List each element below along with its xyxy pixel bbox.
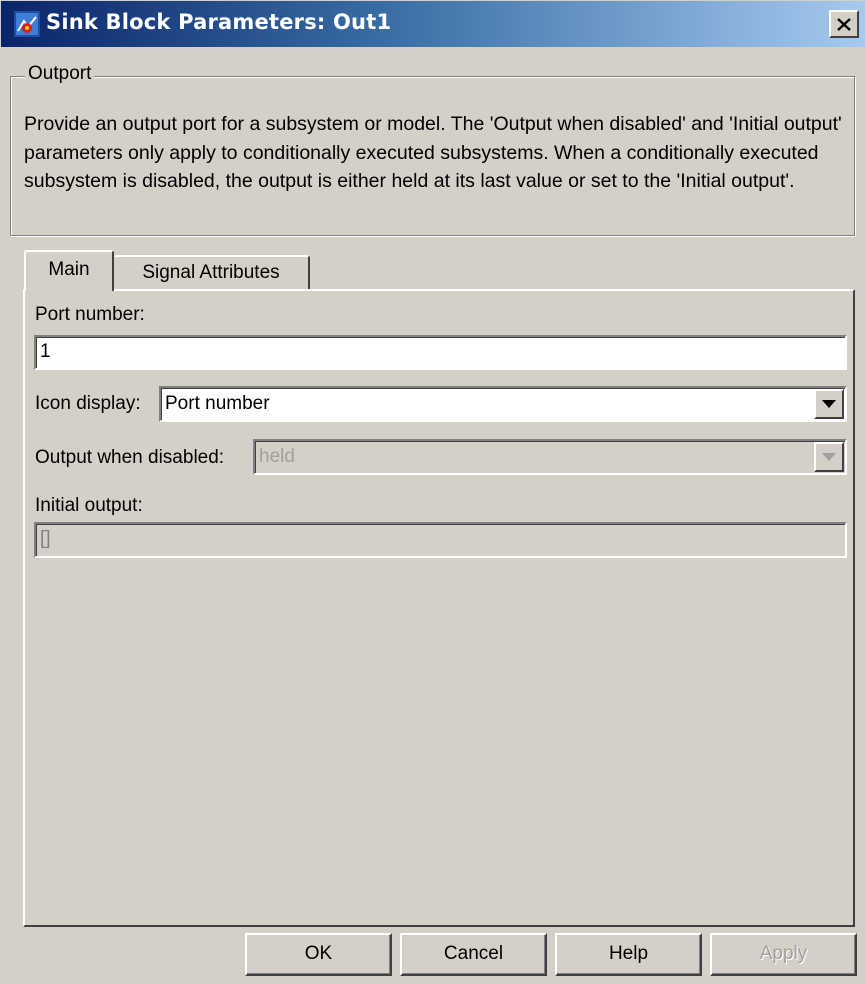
cancel-button[interactable]: Cancel: [400, 933, 547, 976]
apply-button[interactable]: Apply: [710, 933, 857, 976]
window-title: Sink Block Parameters: Out1: [46, 10, 392, 34]
output-when-disabled-dropdown-button[interactable]: [814, 442, 844, 472]
initial-output-label: Initial output:: [35, 495, 143, 516]
simulink-block-icon: [14, 11, 40, 37]
dialog-window: Sink Block Parameters: Out1 Outport Prov…: [0, 0, 865, 984]
chevron-down-icon: [822, 453, 836, 461]
ok-button[interactable]: OK: [245, 933, 392, 976]
chevron-down-icon: [822, 400, 836, 408]
block-description: Provide an output port for a subsystem o…: [24, 113, 842, 192]
output-when-disabled-label: Output when disabled:: [35, 447, 225, 468]
help-button[interactable]: Help: [555, 933, 702, 976]
close-button[interactable]: [829, 10, 859, 38]
icon-display-value: Port number: [165, 393, 270, 414]
output-when-disabled-dropdown[interactable]: held: [253, 439, 847, 475]
output-when-disabled-value: held: [259, 446, 295, 467]
port-number-field[interactable]: 1: [34, 335, 847, 370]
tab-signal-attributes[interactable]: Signal Attributes: [114, 255, 310, 291]
close-icon: [837, 17, 851, 31]
port-number-label: Port number:: [35, 304, 145, 325]
groupbox-legend: Outport: [25, 63, 95, 85]
icon-display-dropdown-button[interactable]: [814, 389, 844, 419]
main-tab-panel: [23, 289, 855, 927]
icon-display-label: Icon display:: [35, 393, 141, 414]
tab-main[interactable]: Main: [24, 250, 114, 291]
initial-output-field[interactable]: []: [34, 522, 847, 558]
title-bar[interactable]: Sink Block Parameters: Out1: [1, 1, 865, 47]
icon-display-dropdown[interactable]: Port number: [159, 386, 847, 422]
